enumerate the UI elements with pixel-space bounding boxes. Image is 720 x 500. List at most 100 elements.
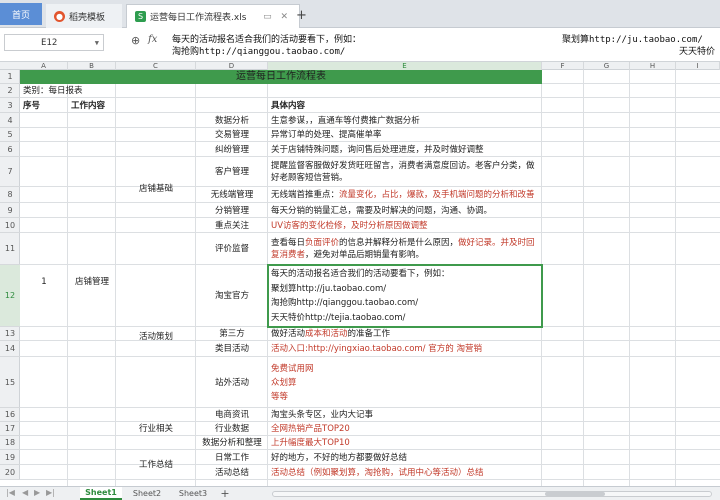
row-header-1[interactable]: 1	[0, 70, 20, 84]
category-cell[interactable]: 类别：每日报表	[20, 84, 542, 98]
next-sheet-icon[interactable]: ▶	[34, 488, 40, 497]
detail-r13[interactable]: 做好活动 成本和活动 的准备工作	[268, 327, 542, 341]
detail-r14[interactable]: 活动入口:http://yingxiao.taobao.com/ 官方的 淘营销	[268, 341, 542, 357]
row-header-16[interactable]: 16	[0, 408, 20, 422]
row-header-6[interactable]: 6	[0, 142, 20, 157]
function-icon[interactable]: fx	[148, 34, 157, 45]
row-header-15[interactable]: 15	[0, 357, 20, 408]
item-r19[interactable]: 日常工作	[196, 450, 268, 465]
detail-r4[interactable]: 生意参谋，，直通车等付费推广数据分析	[268, 113, 542, 128]
column-header-I[interactable]: I	[676, 62, 720, 70]
detail-r15-line2: 众划算	[271, 377, 297, 388]
tab-file[interactable]: S 运营每日工作流程表.xls ▭ ✕	[126, 4, 300, 28]
column-header-H[interactable]: H	[630, 62, 676, 70]
first-sheet-icon[interactable]: |◀	[6, 488, 15, 497]
last-sheet-icon[interactable]: ▶|	[46, 488, 55, 497]
tab-controls-icon[interactable]: ▭ ✕	[263, 12, 291, 22]
prev-sheet-icon[interactable]: ◀	[22, 488, 28, 497]
row-header-17[interactable]: 17	[0, 422, 20, 436]
item-r12[interactable]: 淘宝官方	[196, 265, 268, 327]
spreadsheet-grid[interactable]: ABCDEFGHI 1 2 3 4 5 6 7 8 9 10 11 12 13 14 15 16 17 18 19 2…	[0, 62, 720, 486]
item-r5[interactable]: 交易管理	[196, 128, 268, 142]
item-r11[interactable]: 评价监督	[196, 233, 268, 265]
zoom-icon[interactable]: ⊕	[131, 34, 140, 47]
header-detail[interactable]: 具体内容	[268, 98, 542, 113]
tab-template[interactable]: ● 稻壳模板	[46, 4, 122, 28]
header-content[interactable]: 工作内容	[68, 98, 268, 113]
row-header-3[interactable]: 3	[0, 98, 20, 113]
detail-r7[interactable]: 提醒监督客服做好发货旺旺留言，消费者满意度回访。老客户分类，做 好老顾客短信营销…	[268, 157, 542, 187]
item-r8[interactable]: 无线端管理	[196, 187, 268, 203]
column-header-A[interactable]: A	[20, 62, 68, 70]
group-industry[interactable]: 行业相关	[116, 408, 196, 450]
chevron-down-icon[interactable]: ▼	[95, 39, 99, 47]
cell-area[interactable]: 运营每日工作流程表 类别：每日报表 序号 工作内容 具体内容 1 店铺管理 店铺…	[20, 70, 720, 486]
header-seq[interactable]: 序号	[20, 98, 68, 113]
item-r15[interactable]: 站外活动	[196, 357, 268, 408]
detail-r6[interactable]: 关于店铺特殊问题，询问售后处理进度，并及时做好调整	[268, 142, 542, 157]
sheet-tab-1[interactable]: Sheet1	[80, 487, 122, 500]
row-header-13[interactable]: 13	[0, 327, 20, 341]
item-r20[interactable]: 活动总结	[196, 465, 268, 480]
main-category-cell[interactable]: 店铺管理	[68, 113, 116, 450]
item-r16[interactable]: 电商资讯	[196, 408, 268, 422]
row-header-20[interactable]: 20	[0, 465, 20, 480]
group-store-basic[interactable]: 店铺基础	[116, 113, 196, 265]
item-r10[interactable]: 重点关注	[196, 218, 268, 233]
name-box[interactable]: E12 ▼	[4, 34, 104, 51]
row-header-9[interactable]: 9	[0, 203, 20, 218]
row-header-10[interactable]: 10	[0, 218, 20, 233]
item-r6[interactable]: 纠纷管理	[196, 142, 268, 157]
tab-home[interactable]: 首页	[0, 3, 42, 25]
item-r7[interactable]: 客户管理	[196, 157, 268, 187]
column-header-C[interactable]: C	[116, 62, 196, 70]
seq-cell[interactable]: 1	[20, 113, 68, 450]
row-header-7[interactable]: 7	[0, 157, 20, 187]
row-header-19[interactable]: 19	[0, 450, 20, 465]
detail-r15-line3: 等等	[271, 391, 289, 402]
row-header-8[interactable]: 8	[0, 187, 20, 203]
sheet-tab-2[interactable]: Sheet2	[126, 487, 168, 500]
detail-r8[interactable]: 无线端首推重点： 流量变化，占比，爆款，及手机端问题的分析和改善	[268, 187, 542, 203]
column-header-B[interactable]: B	[68, 62, 116, 70]
row-header-11[interactable]: 11	[0, 233, 20, 265]
detail-r16[interactable]: 淘宝头条专区，业内大记事	[268, 408, 542, 422]
sheet-tab-3[interactable]: Sheet3	[172, 487, 214, 500]
sheet-title[interactable]: 运营每日工作流程表	[20, 70, 542, 84]
add-sheet-button[interactable]: +	[218, 487, 232, 500]
scrollbar-thumb[interactable]	[545, 492, 605, 496]
new-tab-button[interactable]: +	[296, 8, 307, 23]
detail-r20[interactable]: 活动总结（例如聚划算，淘抢购，试用中心等活动）总结	[268, 465, 542, 480]
row-header-12[interactable]: 12	[0, 265, 20, 327]
row-header-2[interactable]: 2	[0, 84, 20, 98]
detail-r10[interactable]: UV访客的变化检修，及时分析原因做调整	[268, 218, 542, 233]
row-header-14[interactable]: 14	[0, 341, 20, 357]
item-r4[interactable]: 数据分析	[196, 113, 268, 128]
detail-r8-highlight: 流量变化，占比，爆款，及手机端问题的分析和改善	[339, 190, 535, 200]
group-summary[interactable]: 工作总结	[116, 450, 196, 480]
column-header-G[interactable]: G	[584, 62, 630, 70]
row-header-4[interactable]: 4	[0, 113, 20, 128]
detail-r7-line1: 提醒监督客服做好发货旺旺留言，消费者满意度回访。老客户分类，做	[271, 161, 535, 171]
detail-r11[interactable]: 查看每日负面评价的信息并解释分析是什么原因，做好记录。并及时回 复消费者，避免对…	[268, 233, 542, 265]
item-r9[interactable]: 分销管理	[196, 203, 268, 218]
column-header-D[interactable]: D	[196, 62, 268, 70]
item-r18[interactable]: 数据分析和整理	[196, 436, 268, 450]
column-header-F[interactable]: F	[542, 62, 584, 70]
detail-r15[interactable]: 免费试用网 众划算 等等	[268, 357, 542, 408]
detail-r7-line2: 好老顾客短信营销。	[271, 173, 348, 183]
detail-r9[interactable]: 每天分销的销量汇总，需要及时解决的问题，沟通、协调。	[268, 203, 542, 218]
detail-r5[interactable]: 异常订单的处理、提高催单率	[268, 128, 542, 142]
group-activity[interactable]: 活动策划	[116, 265, 196, 408]
detail-r19[interactable]: 好的地方，不好的地方都要做好总结	[268, 450, 542, 465]
row-header-18[interactable]: 18	[0, 436, 20, 450]
detail-r18[interactable]: 上升幅度最大TOP10	[268, 436, 542, 450]
item-r14[interactable]: 类目活动	[196, 341, 268, 357]
item-r13[interactable]: 第三方	[196, 327, 268, 341]
item-r17[interactable]: 行业数据	[196, 422, 268, 436]
horizontal-scrollbar[interactable]	[272, 491, 712, 497]
detail-r12[interactable]: 每天的活动报名适合我们的活动要看下，例如： 聚划算http://ju.taoba…	[268, 265, 542, 327]
column-header-E[interactable]: E	[268, 62, 542, 70]
row-header-5[interactable]: 5	[0, 128, 20, 142]
detail-r17[interactable]: 全网热销产品TOP20	[268, 422, 542, 436]
